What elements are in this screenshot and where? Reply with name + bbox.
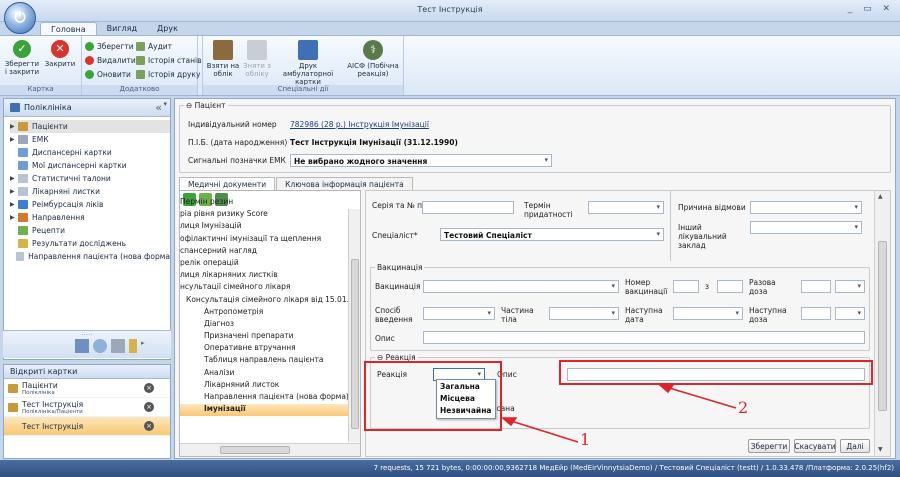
app-menu-button[interactable]: ⏻ bbox=[4, 2, 36, 34]
status-text: 7 requests, 15 721 bytes, 0:00:00:00,936… bbox=[373, 464, 894, 472]
annotation-number-1: 1 bbox=[580, 430, 591, 449]
arrow-1-line bbox=[507, 419, 579, 443]
arrow-2-line bbox=[665, 386, 737, 409]
annotation-arrows bbox=[500, 384, 737, 443]
status-bar: 7 requests, 15 721 bytes, 0:00:00:00,936… bbox=[0, 460, 900, 477]
arrow-2-head bbox=[657, 384, 675, 394]
annotation-number-2: 2 bbox=[738, 398, 749, 417]
power-icon: ⏻ bbox=[14, 10, 26, 26]
arrow-1-head bbox=[500, 417, 518, 427]
